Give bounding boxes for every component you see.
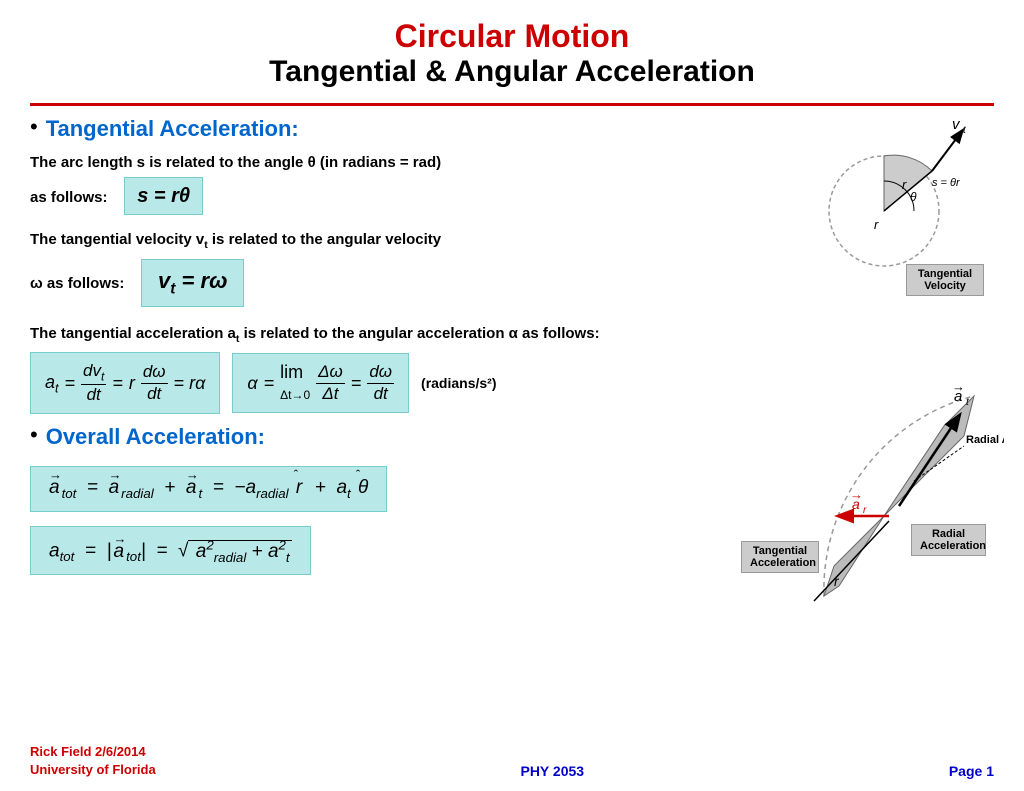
header: Circular Motion Tangential & Angular Acc… <box>0 0 1024 97</box>
svg-text:θ: θ <box>910 190 917 204</box>
formula-overall-accel2: atot = | → a tot| = √ a2radial + a2t <box>30 526 311 575</box>
formula-overall-accel1: → a tot = → a radial + → a t <box>30 466 387 512</box>
section1-header: • Tangential Acceleration: <box>30 116 654 148</box>
tangential-accel-text: The tangential acceleration at is relate… <box>30 323 654 347</box>
author-text: Rick Field 2/6/2014 <box>30 744 146 759</box>
svg-text:r: r <box>863 505 867 516</box>
main-content: • Tangential Acceleration: The arc lengt… <box>0 116 1024 616</box>
bottom-diagram-svg: r a t → a r → Radial Axis <box>734 316 1004 646</box>
footer: Rick Field 2/6/2014 University of Florid… <box>0 743 1024 779</box>
frac-dvt-dt: dvt dt <box>81 361 106 405</box>
header-divider <box>30 103 994 106</box>
footer-left: Rick Field 2/6/2014 University of Florid… <box>30 743 156 779</box>
svg-text:v: v <box>952 116 961 133</box>
formula-at-box: at = dvt dt = r dω dt = rα <box>30 352 220 414</box>
bullet2: • <box>30 422 38 448</box>
formula-s-rtheta: s = rθ <box>124 177 203 215</box>
section2: • Overall Acceleration: → a tot = → a <box>30 424 654 583</box>
svg-text:→: → <box>850 487 863 502</box>
left-content: • Tangential Acceleration: The arc lengt… <box>30 116 654 616</box>
header-subtitle: Circular Motion <box>0 18 1024 55</box>
svg-text:r: r <box>874 217 879 232</box>
header-title: Tangential & Angular Acceleration <box>0 55 1024 89</box>
svg-text:t: t <box>963 125 967 136</box>
tangential-accel-label: Tangential Acceleration <box>741 541 819 573</box>
page-container: Circular Motion Tangential & Angular Acc… <box>0 0 1024 791</box>
main-layout: • Tangential Acceleration: The arc lengt… <box>30 116 994 616</box>
top-diagram-svg: r θ s = θr v t r <box>784 111 984 281</box>
formula-row-main: at = dvt dt = r dω dt = rα <box>30 352 654 414</box>
page-text: Page 1 <box>949 763 994 779</box>
footer-center: PHY 2053 <box>520 763 584 779</box>
formula-alpha-box: α = lim Δt→0 Δω Δt = dω dt <box>232 353 409 413</box>
svg-text:Radial Axis: Radial Axis <box>966 434 1004 446</box>
bullet1: • <box>30 114 38 140</box>
formula-vt-romega: vt = rω <box>141 259 244 307</box>
section2-header: • Overall Acceleration: <box>30 424 654 456</box>
section2-title: Overall Acceleration: <box>46 424 265 450</box>
frac-delta-omega: Δω Δt <box>316 362 345 404</box>
arc-length-text: The arc length s is related to the angle… <box>30 152 654 219</box>
svg-text:s = θr: s = θr <box>932 177 961 189</box>
institution-text: University of Florida <box>30 762 156 777</box>
right-diagrams: r θ s = θr v t r <box>654 116 994 616</box>
radial-accel-label: Radial Acceleration <box>911 524 986 556</box>
course-text: PHY 2053 <box>520 763 584 779</box>
tangential-velocity-text: The tangential velocity vt is related to… <box>30 229 654 313</box>
footer-right: Page 1 <box>949 763 994 779</box>
radians-label: (radians/s²) <box>421 374 496 394</box>
tangential-velocity-label: Tangential Velocity <box>906 264 984 296</box>
svg-text:→: → <box>952 379 965 394</box>
frac-domega-dt2: dω dt <box>367 362 394 404</box>
section1-title: Tangential Acceleration: <box>46 116 299 142</box>
frac-domega-dt: dω dt <box>141 362 168 404</box>
